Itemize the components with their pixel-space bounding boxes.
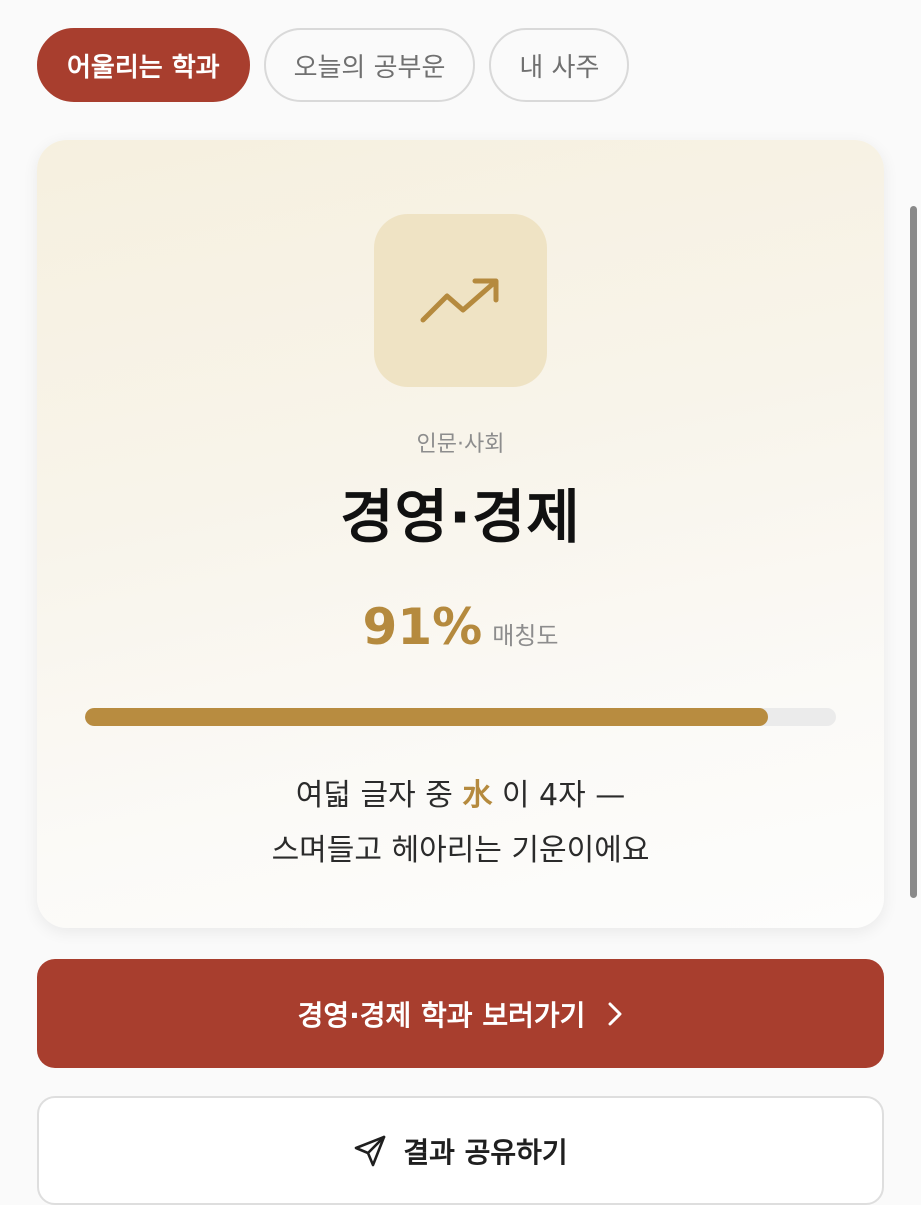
major-category: 인문·사회 (416, 432, 505, 457)
tab-my-saju[interactable]: 내 사주 (489, 28, 630, 102)
description-line-1: 여덟 글자 중 水 이 4자 — (37, 768, 884, 823)
major-title: 경영·경제 (340, 483, 581, 551)
description-prefix: 여덟 글자 중 (295, 778, 453, 813)
result-description: 여덟 글자 중 水 이 4자 — 스며들고 헤아리는 기운이에요 (37, 768, 884, 878)
view-major-label: 경영·경제 학과 보러가기 (297, 998, 586, 1032)
view-major-button[interactable]: 경영·경제 학과 보러가기 (37, 959, 884, 1068)
tab-bar: 어울리는 학과 오늘의 공부운 내 사주 (37, 28, 630, 102)
element-highlight: 水 (462, 778, 493, 813)
send-icon (353, 1134, 387, 1168)
result-card: 인문·사회 경영·경제 91% 매칭도 여덟 글자 중 水 이 4자 — 스며들고… (37, 140, 884, 928)
match-score: 91% 매칭도 (37, 598, 884, 656)
match-progress-fill (85, 708, 769, 726)
tab-matching-major[interactable]: 어울리는 학과 (37, 28, 250, 102)
trending-up-icon (374, 214, 547, 387)
match-percent: 91% (362, 598, 483, 656)
share-result-button[interactable]: 결과 공유하기 (37, 1096, 884, 1205)
scrollbar[interactable] (910, 206, 917, 898)
description-suffix: 이 4자 — (501, 778, 626, 813)
match-progress-bar (85, 708, 836, 726)
match-unit-label: 매칭도 (492, 622, 559, 650)
chevron-right-icon (607, 1001, 623, 1027)
share-result-label: 결과 공유하기 (403, 1135, 568, 1169)
tab-today-study-luck[interactable]: 오늘의 공부운 (263, 28, 476, 102)
description-line-2: 스며들고 헤아리는 기운이에요 (271, 833, 650, 868)
